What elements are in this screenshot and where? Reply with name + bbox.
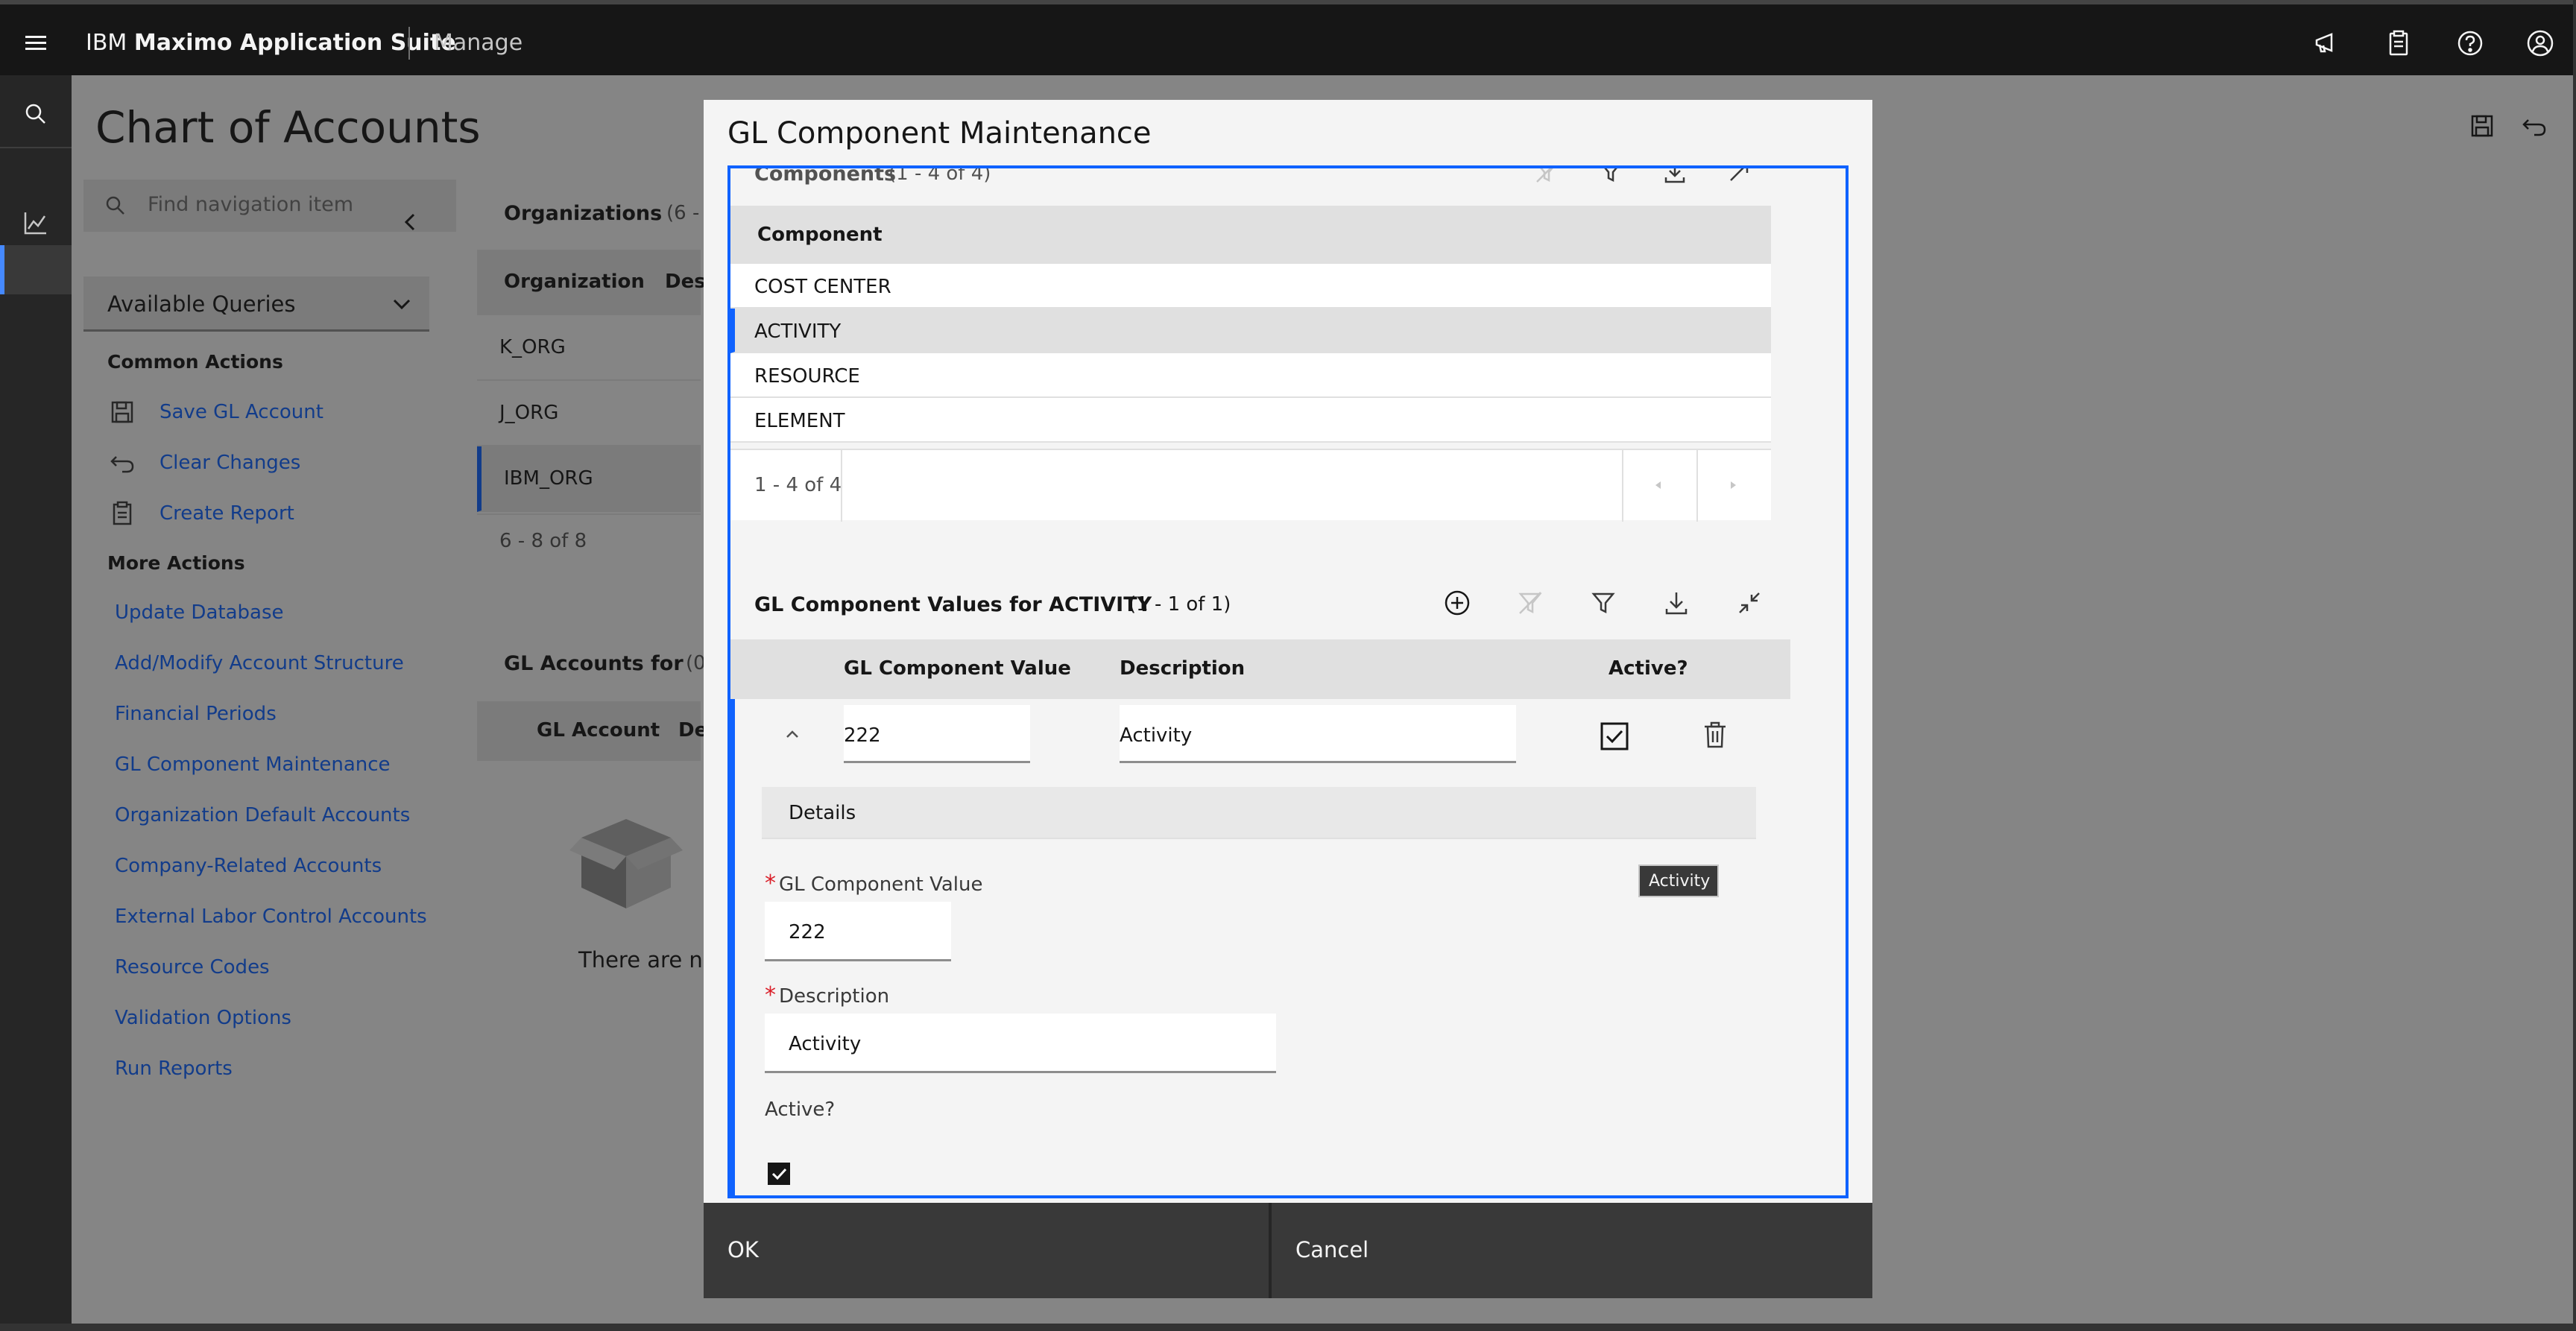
- search-icon[interactable]: [19, 98, 52, 130]
- table-row[interactable]: COST CENTER: [730, 264, 1771, 309]
- active-label: Active?: [765, 1098, 836, 1121]
- detail-gl-component-value-text: 222: [789, 921, 826, 943]
- user-icon[interactable]: [2524, 27, 2557, 60]
- component-cell: ACTIVITY: [754, 320, 842, 343]
- active-checkbox[interactable]: [1600, 721, 1629, 751]
- hamburger-icon[interactable]: [19, 27, 52, 60]
- gl-component-value-column-header[interactable]: GL Component Value: [844, 657, 1071, 680]
- trash-icon[interactable]: [1701, 720, 1729, 750]
- table-row-expanded[interactable]: 222 Activity: [730, 699, 1790, 771]
- window-edge: [2573, 0, 2576, 1331]
- cancel-button-label: Cancel: [1295, 1237, 1369, 1262]
- top-bar: IBM Maximo Application Suite Manage: [0, 0, 2576, 75]
- table-row[interactable]: ELEMENT: [730, 398, 1771, 443]
- component-column-header[interactable]: Component: [757, 224, 883, 246]
- description-label-text: Description: [779, 985, 890, 1008]
- components-title: Components: [754, 165, 897, 186]
- tooltip: Activity: [1638, 864, 1719, 897]
- window-edge-bottom: [0, 1324, 2576, 1331]
- details-section: Details * GL Component Value 222 * Descrip…: [730, 771, 1790, 1195]
- detail-active-checkbox[interactable]: [766, 1161, 792, 1186]
- component-values-count: (1 - 1 of 1): [1128, 593, 1231, 616]
- filter-icon[interactable]: [1589, 589, 1617, 617]
- clear-filter-icon: [1534, 168, 1559, 185]
- download-icon[interactable]: [1662, 589, 1690, 617]
- chart-icon[interactable]: [19, 206, 52, 239]
- component-values-header: GL Component Value Description Active?: [730, 639, 1790, 699]
- detail-description-input[interactable]: Activity: [765, 1014, 1276, 1073]
- brand-name: Maximo Application Suite: [133, 30, 456, 56]
- gl-component-maintenance-dialog: GL Component Maintenance Components (1 -…: [704, 100, 1872, 1298]
- active-column-header[interactable]: Active?: [1609, 657, 1688, 680]
- description-input[interactable]: Activity: [1120, 705, 1516, 763]
- detail-description-text: Activity: [789, 1033, 862, 1055]
- clear-filter-icon: [1516, 589, 1544, 617]
- collapse-icon[interactable]: [1726, 168, 1752, 185]
- next-page-icon[interactable]: [1720, 472, 1746, 498]
- required-marker: *: [765, 870, 776, 897]
- ok-button-label: OK: [727, 1237, 759, 1262]
- component-values-toolbar: [1443, 589, 1764, 617]
- rail-divider: [0, 147, 72, 148]
- required-marker: *: [765, 982, 776, 1008]
- add-icon[interactable]: [1443, 589, 1471, 617]
- table-row[interactable]: RESOURCE: [730, 353, 1771, 398]
- components-pagination-text: 1 - 4 of 4: [754, 474, 842, 496]
- details-title: Details: [789, 802, 856, 824]
- dialog-footer: OK Cancel: [704, 1203, 1872, 1298]
- cancel-button[interactable]: Cancel: [1272, 1203, 1872, 1298]
- components-column-header: Component: [730, 206, 1771, 264]
- component-cell: COST CENTER: [754, 276, 891, 298]
- details-header[interactable]: Details: [762, 787, 1756, 839]
- clipboard-icon[interactable]: [2382, 27, 2415, 60]
- ok-button[interactable]: OK: [704, 1203, 1269, 1298]
- component-cell: RESOURCE: [754, 365, 860, 388]
- help-icon[interactable]: [2454, 27, 2487, 60]
- collapse-icon[interactable]: [1735, 589, 1764, 617]
- detail-gl-component-value-input[interactable]: 222: [765, 902, 951, 961]
- pagination-divider: [1696, 450, 1698, 522]
- pagination-divider: [841, 450, 842, 522]
- components-pagination: 1 - 4 of 4: [730, 449, 1771, 522]
- prev-page-icon[interactable]: [1646, 472, 1671, 498]
- brand-title[interactable]: IBM Maximo Application Suite: [86, 27, 456, 60]
- components-header: Components (1 - 4 of 4): [730, 165, 1774, 195]
- gl-component-value-input[interactable]: 222: [844, 705, 1030, 763]
- gl-component-value-label-text: GL Component Value: [779, 873, 983, 896]
- app-name: Manage: [434, 30, 523, 56]
- dialog-title: GL Component Maintenance: [727, 116, 1152, 151]
- download-icon[interactable]: [1662, 168, 1688, 185]
- chevron-up-icon[interactable]: [780, 721, 805, 747]
- table-row-selected[interactable]: ACTIVITY: [730, 309, 1771, 353]
- brand-prefix: IBM: [86, 30, 127, 56]
- gl-component-value-label: * GL Component Value: [765, 870, 983, 897]
- component-values-title: GL Component Values for ACTIVITY: [754, 593, 1152, 616]
- description-column-header[interactable]: Description: [1120, 657, 1245, 680]
- component-cell: ELEMENT: [754, 410, 845, 432]
- tooltip-text: Activity: [1649, 872, 1711, 891]
- pagination-divider: [1622, 450, 1623, 522]
- left-rail: [0, 75, 72, 1331]
- gl-component-value-text: 222: [844, 724, 881, 747]
- description-text: Activity: [1120, 724, 1193, 747]
- rail-active-item[interactable]: [0, 245, 72, 294]
- header-divider: [408, 27, 410, 60]
- description-label: * Description: [765, 982, 889, 1008]
- components-toolbar: [1534, 168, 1752, 185]
- dialog-body: Components (1 - 4 of 4) Component COST C…: [727, 165, 1849, 1198]
- announcement-icon[interactable]: [2311, 27, 2343, 60]
- components-count: (1 - 4 of 4): [888, 165, 991, 185]
- filter-icon[interactable]: [1598, 168, 1623, 185]
